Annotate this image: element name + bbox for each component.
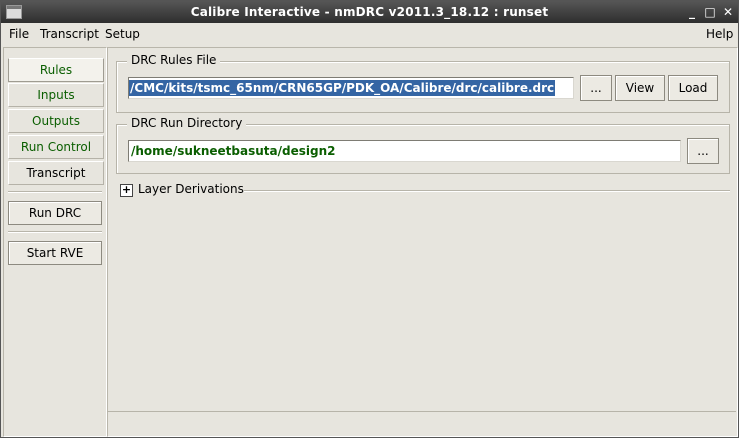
layer-derivations-divider: [244, 190, 730, 192]
nav-rules[interactable]: Rules: [8, 58, 104, 82]
nav-inputs[interactable]: Inputs: [8, 83, 104, 107]
nav-transcript[interactable]: Transcript: [8, 161, 104, 185]
nav-divider: [8, 231, 102, 233]
main-window: Calibre Interactive - nmDRC v2011.3_18.1…: [0, 0, 739, 438]
drc-rules-file-label: DRC Rules File: [127, 53, 221, 67]
title-bar[interactable]: Calibre Interactive - nmDRC v2011.3_18.1…: [1, 1, 738, 23]
menu-bar: File Transcript Setup Help: [1, 23, 738, 45]
browse-directory-button[interactable]: ...: [687, 138, 719, 164]
window-title: Calibre Interactive - nmDRC v2011.3_18.1…: [190, 5, 549, 19]
load-button[interactable]: Load: [668, 75, 718, 101]
nav-run-control[interactable]: Run Control: [8, 135, 104, 159]
navigation-panel: Rules Inputs Outputs Run Control Transcr…: [3, 47, 107, 437]
drc-run-directory-input[interactable]: /home/sukneetbasuta/design2: [128, 140, 681, 162]
nav-divider: [8, 191, 102, 193]
menu-setup[interactable]: Setup: [105, 27, 140, 41]
browse-rules-button[interactable]: ...: [580, 75, 612, 101]
status-bar: [107, 411, 736, 436]
drc-rules-file-group: DRC Rules File /CMC/kits/tsmc_65nm/CRN65…: [116, 53, 730, 113]
layer-derivations-expand-icon[interactable]: +: [120, 184, 133, 197]
drc-rules-file-input[interactable]: /CMC/kits/tsmc_65nm/CRN65GP/PDK_OA/Calib…: [128, 77, 574, 99]
layer-derivations-label[interactable]: Layer Derivations: [138, 182, 244, 196]
menu-help[interactable]: Help: [706, 27, 733, 41]
menu-transcript[interactable]: Transcript: [40, 27, 99, 41]
run-drc-button[interactable]: Run DRC: [8, 201, 102, 225]
drc-run-directory-label: DRC Run Directory: [127, 116, 247, 130]
minimize-icon[interactable]: _: [684, 4, 700, 20]
drc-run-directory-group: DRC Run Directory /home/sukneetbasuta/de…: [116, 116, 730, 174]
view-button[interactable]: View: [615, 75, 665, 101]
selected-path-text: /CMC/kits/tsmc_65nm/CRN65GP/PDK_OA/Calib…: [129, 80, 556, 96]
maximize-icon[interactable]: □: [702, 4, 718, 20]
start-rve-button[interactable]: Start RVE: [8, 241, 102, 265]
menu-file[interactable]: File: [9, 27, 29, 41]
run-directory-text: /home/sukneetbasuta/design2: [131, 144, 336, 158]
rules-page: DRC Rules File /CMC/kits/tsmc_65nm/CRN65…: [107, 47, 738, 437]
nav-outputs[interactable]: Outputs: [8, 109, 104, 133]
close-icon[interactable]: ✕: [720, 4, 736, 20]
